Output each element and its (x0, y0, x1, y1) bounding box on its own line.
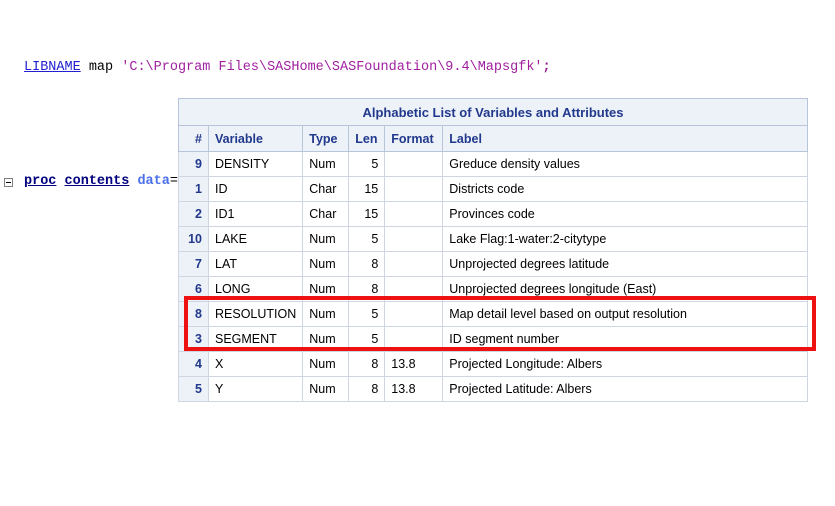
cell-number: 1 (179, 177, 209, 202)
cell-format (385, 152, 443, 177)
cell-format (385, 202, 443, 227)
table-row-lat: 7 LAT Num 8 Unprojected degrees latitude (179, 252, 808, 277)
cell-len: 8 (349, 352, 385, 377)
libname-keyword: LIBNAME (24, 60, 81, 75)
cell-format (385, 227, 443, 252)
cell-len: 8 (349, 377, 385, 402)
cell-format (385, 277, 443, 302)
table-title: Alphabetic List of Variables and Attribu… (179, 99, 808, 126)
table-row-long: 6 LONG Num 8 Unprojected degrees longitu… (179, 277, 808, 302)
table-row: 2 ID1 Char 15 Provinces code (179, 202, 808, 227)
cell-label: Map detail level based on output resolut… (443, 302, 808, 327)
column-header-number[interactable]: # (179, 126, 209, 152)
cell-number: 7 (179, 252, 209, 277)
cell-type: Num (303, 327, 349, 352)
table-row: 3 SEGMENT Num 5 ID segment number (179, 327, 808, 352)
cell-len: 8 (349, 252, 385, 277)
column-header-variable[interactable]: Variable (209, 126, 303, 152)
cell-format (385, 302, 443, 327)
cell-label: ID segment number (443, 327, 808, 352)
proc-name-contents: contents (65, 174, 130, 189)
cell-number: 8 (179, 302, 209, 327)
cell-variable: LONG (209, 277, 303, 302)
column-header-len[interactable]: Len (349, 126, 385, 152)
code-line-libname[interactable]: LIBNAME map 'C:\Program Files\SASHome\SA… (0, 59, 835, 81)
cell-label: Projected Latitude: Albers (443, 377, 808, 402)
cell-number: 2 (179, 202, 209, 227)
cell-variable: Y (209, 377, 303, 402)
cell-format (385, 252, 443, 277)
cell-type: Num (303, 302, 349, 327)
proc-keyword: proc (24, 174, 56, 189)
data-option-keyword: data (137, 174, 169, 189)
table-row: 8 RESOLUTION Num 5 Map detail level base… (179, 302, 808, 327)
cell-variable: X (209, 352, 303, 377)
table-header-row: # Variable Type Len Format Label (179, 126, 808, 152)
cell-len: 5 (349, 152, 385, 177)
variables-attributes-table: Alphabetic List of Variables and Attribu… (178, 98, 808, 402)
cell-type: Num (303, 252, 349, 277)
cell-label: Unprojected degrees latitude (443, 252, 808, 277)
cell-label: Provinces code (443, 202, 808, 227)
cell-len: 5 (349, 227, 385, 252)
cell-number: 3 (179, 327, 209, 352)
table-row: 5 Y Num 8 13.8 Projected Latitude: Alber… (179, 377, 808, 402)
cell-variable: RESOLUTION (209, 302, 303, 327)
cell-format (385, 327, 443, 352)
cell-variable: LAT (209, 252, 303, 277)
column-header-format[interactable]: Format (385, 126, 443, 152)
equals-sign: = (170, 174, 178, 189)
cell-label: Greduce density values (443, 152, 808, 177)
cell-number: 10 (179, 227, 209, 252)
cell-number: 6 (179, 277, 209, 302)
cell-label: Unprojected degrees longitude (East) (443, 277, 808, 302)
cell-label: Projected Longitude: Albers (443, 352, 808, 377)
cell-len: 8 (349, 277, 385, 302)
cell-format: 13.8 (385, 352, 443, 377)
cell-label: Lake Flag:1-water:2-citytype (443, 227, 808, 252)
table-row: 9 DENSITY Num 5 Greduce density values (179, 152, 808, 177)
cell-type: Num (303, 227, 349, 252)
statement-terminator: ; (543, 60, 551, 75)
cell-type: Num (303, 152, 349, 177)
cell-type: Num (303, 377, 349, 402)
cell-len: 5 (349, 302, 385, 327)
cell-number: 5 (179, 377, 209, 402)
cell-number: 4 (179, 352, 209, 377)
cell-type: Num (303, 277, 349, 302)
cell-variable: DENSITY (209, 152, 303, 177)
libref-name: map (89, 60, 113, 75)
table-row: 4 X Num 8 13.8 Projected Longitude: Albe… (179, 352, 808, 377)
table-body: 9 DENSITY Num 5 Greduce density values 1… (179, 152, 808, 402)
column-header-type[interactable]: Type (303, 126, 349, 152)
cell-len: 5 (349, 327, 385, 352)
cell-label: Districts code (443, 177, 808, 202)
cell-format (385, 177, 443, 202)
cell-type: Char (303, 177, 349, 202)
library-path-literal: 'C:\Program Files\SASHome\SASFoundation\… (121, 60, 542, 75)
cell-variable: SEGMENT (209, 327, 303, 352)
table-title-row: Alphabetic List of Variables and Attribu… (179, 99, 808, 126)
cell-len: 15 (349, 177, 385, 202)
table-row: 1 ID Char 15 Districts code (179, 177, 808, 202)
cell-format: 13.8 (385, 377, 443, 402)
cell-variable: ID1 (209, 202, 303, 227)
table-row: 10 LAKE Num 5 Lake Flag:1-water:2-cityty… (179, 227, 808, 252)
cell-type: Char (303, 202, 349, 227)
cell-len: 15 (349, 202, 385, 227)
cell-variable: ID (209, 177, 303, 202)
column-header-label[interactable]: Label (443, 126, 808, 152)
cell-number: 9 (179, 152, 209, 177)
collapse-minus-icon[interactable] (4, 178, 13, 187)
cell-variable: LAKE (209, 227, 303, 252)
cell-type: Num (303, 352, 349, 377)
